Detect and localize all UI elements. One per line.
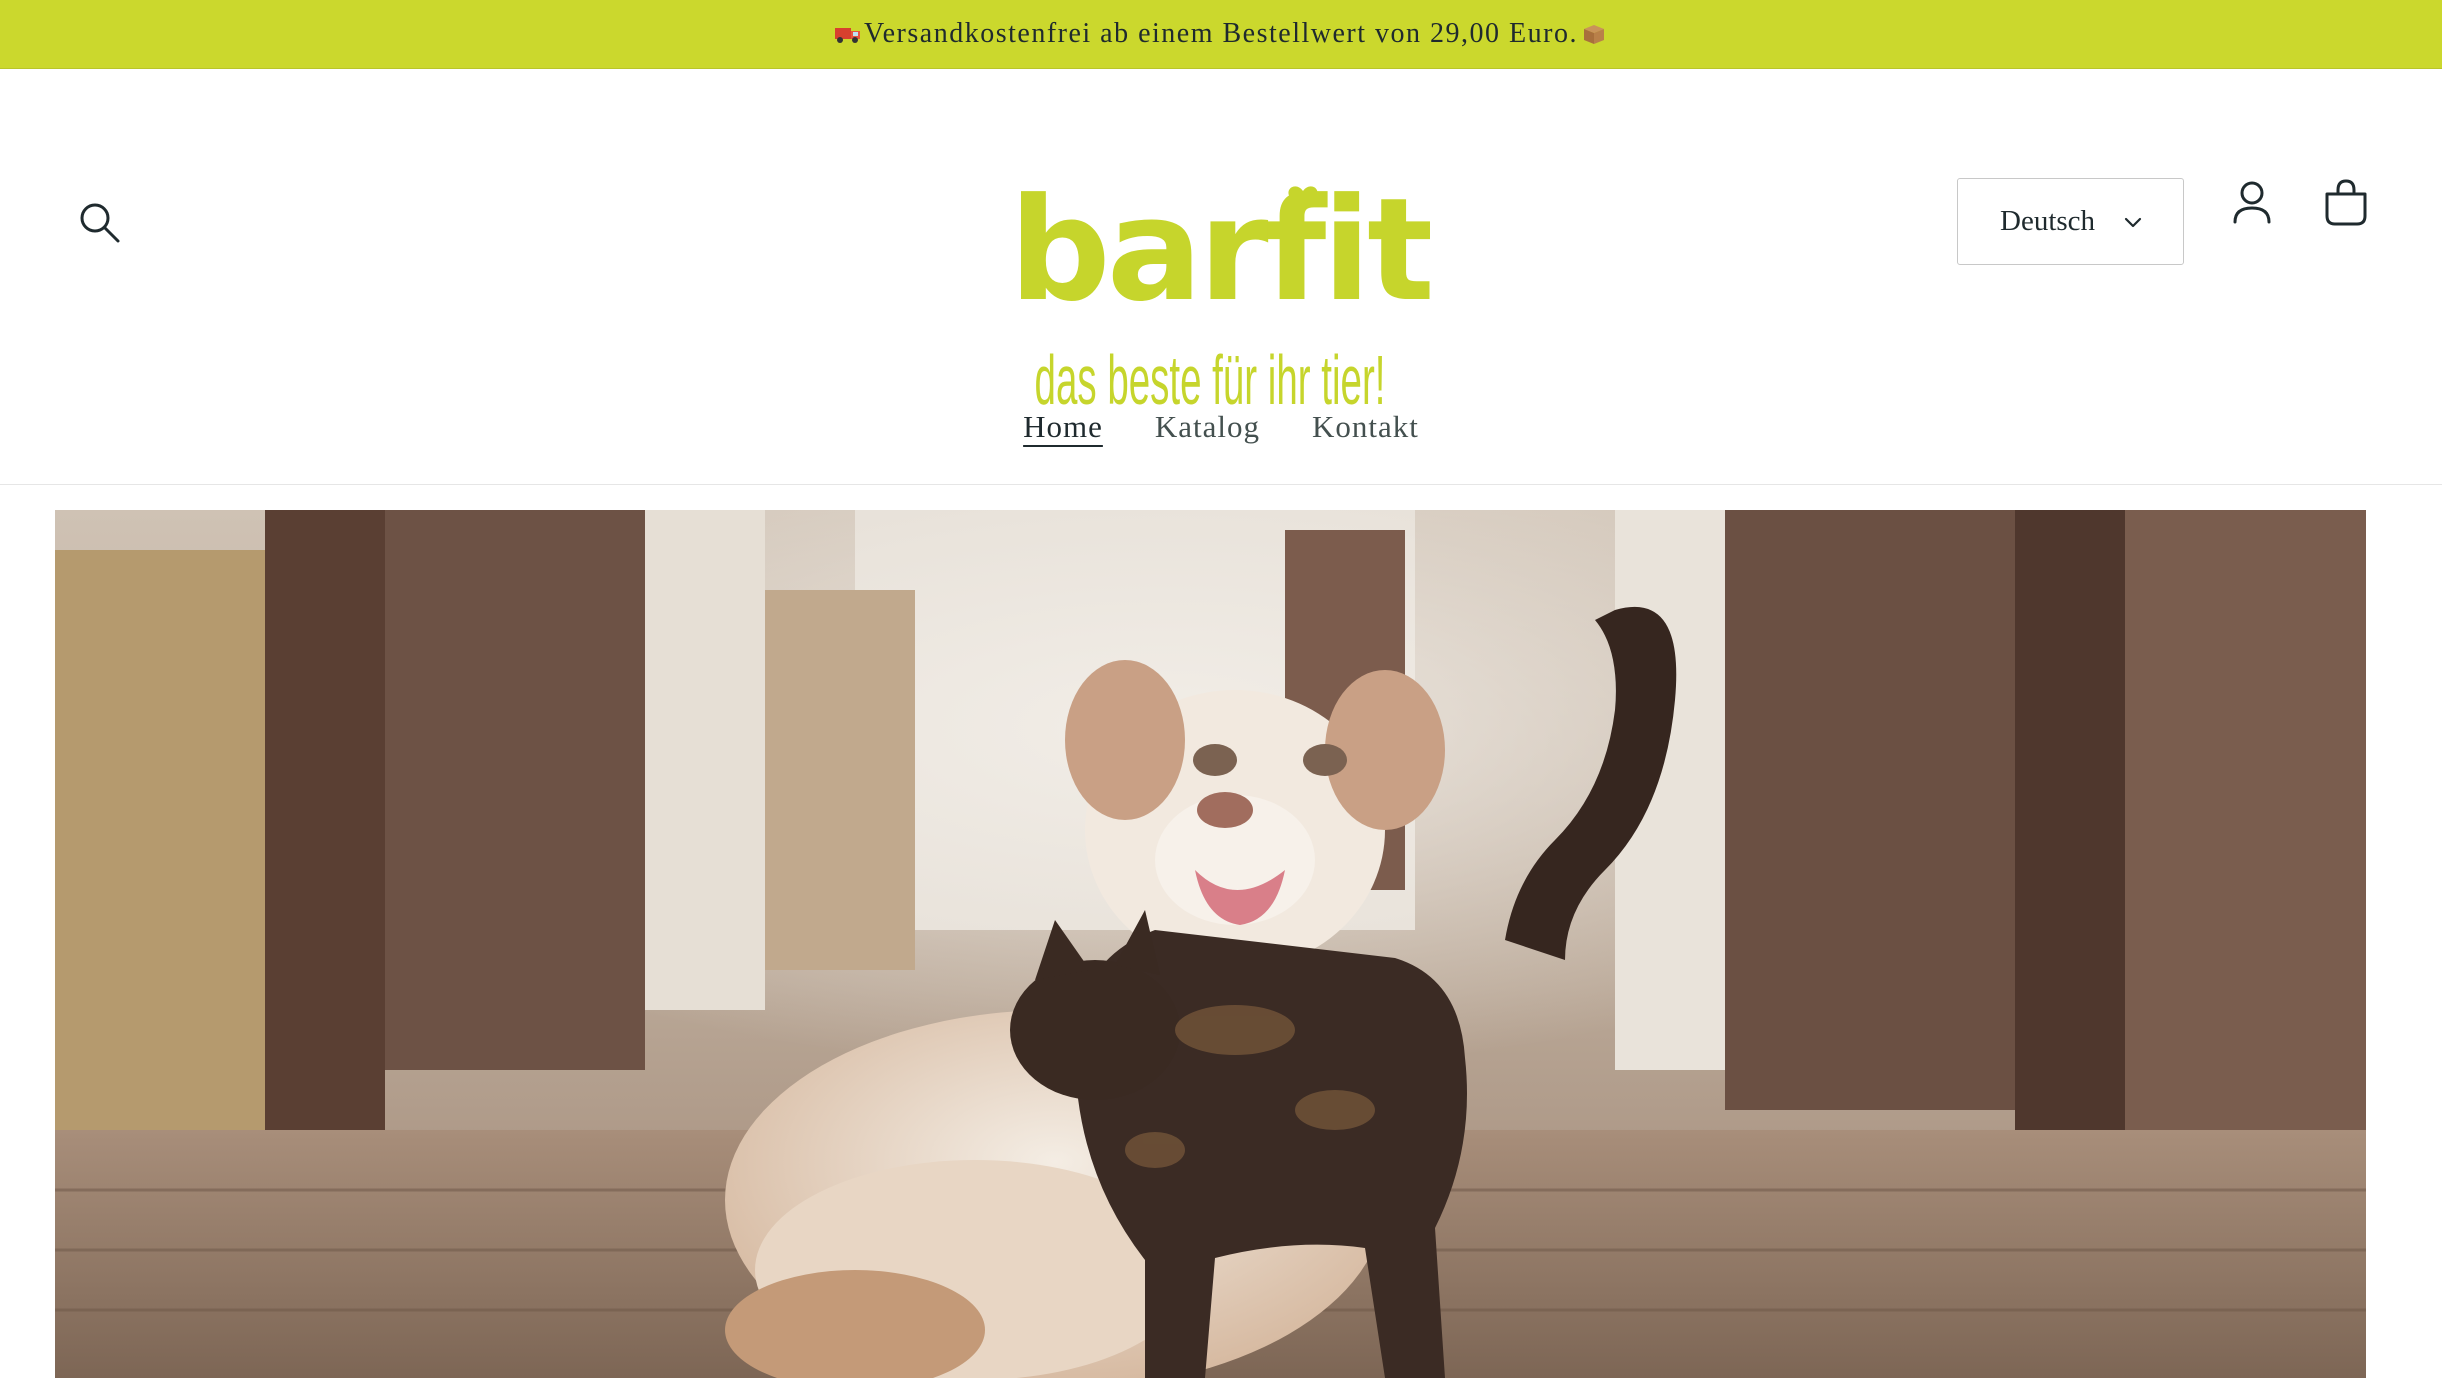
package-emoji-icon xyxy=(1583,25,1604,44)
nav-item-katalog[interactable]: Katalog xyxy=(1155,409,1260,469)
search-button[interactable] xyxy=(70,193,130,253)
nav-item-home[interactable]: Home xyxy=(1023,409,1103,469)
brand-logo[interactable]: barfit das beste für ihr tier! xyxy=(1009,119,1436,419)
cart-icon xyxy=(2325,179,2367,226)
language-select[interactable]: Deutsch xyxy=(1957,178,2184,265)
language-select-value: Deutsch xyxy=(2000,205,2096,237)
search-icon xyxy=(80,203,120,243)
account-icon xyxy=(2233,181,2271,224)
announcement-text: Versandkostenfrei ab einem Bestellwert v… xyxy=(864,18,1578,49)
nav-item-kontakt[interactable]: Kontakt xyxy=(1312,409,1419,469)
truck-emoji-icon xyxy=(835,28,861,43)
announcement-bar: Versandkostenfrei ab einem Bestellwert v… xyxy=(0,0,2442,69)
main-nav: Home Katalog Kontakt xyxy=(0,409,2442,469)
logo-brand-text: barfit xyxy=(1010,168,1430,333)
chevron-down-icon xyxy=(2124,217,2142,228)
dog-and-cat-photo xyxy=(55,510,2366,1378)
hero-image xyxy=(55,510,2366,1378)
account-button[interactable] xyxy=(2224,173,2280,233)
cart-button[interactable] xyxy=(2315,173,2377,233)
site-header: barfit das beste für ihr tier! Deutsch H… xyxy=(0,69,2442,485)
logo-tagline: das beste für ihr tier! xyxy=(1035,341,1386,419)
